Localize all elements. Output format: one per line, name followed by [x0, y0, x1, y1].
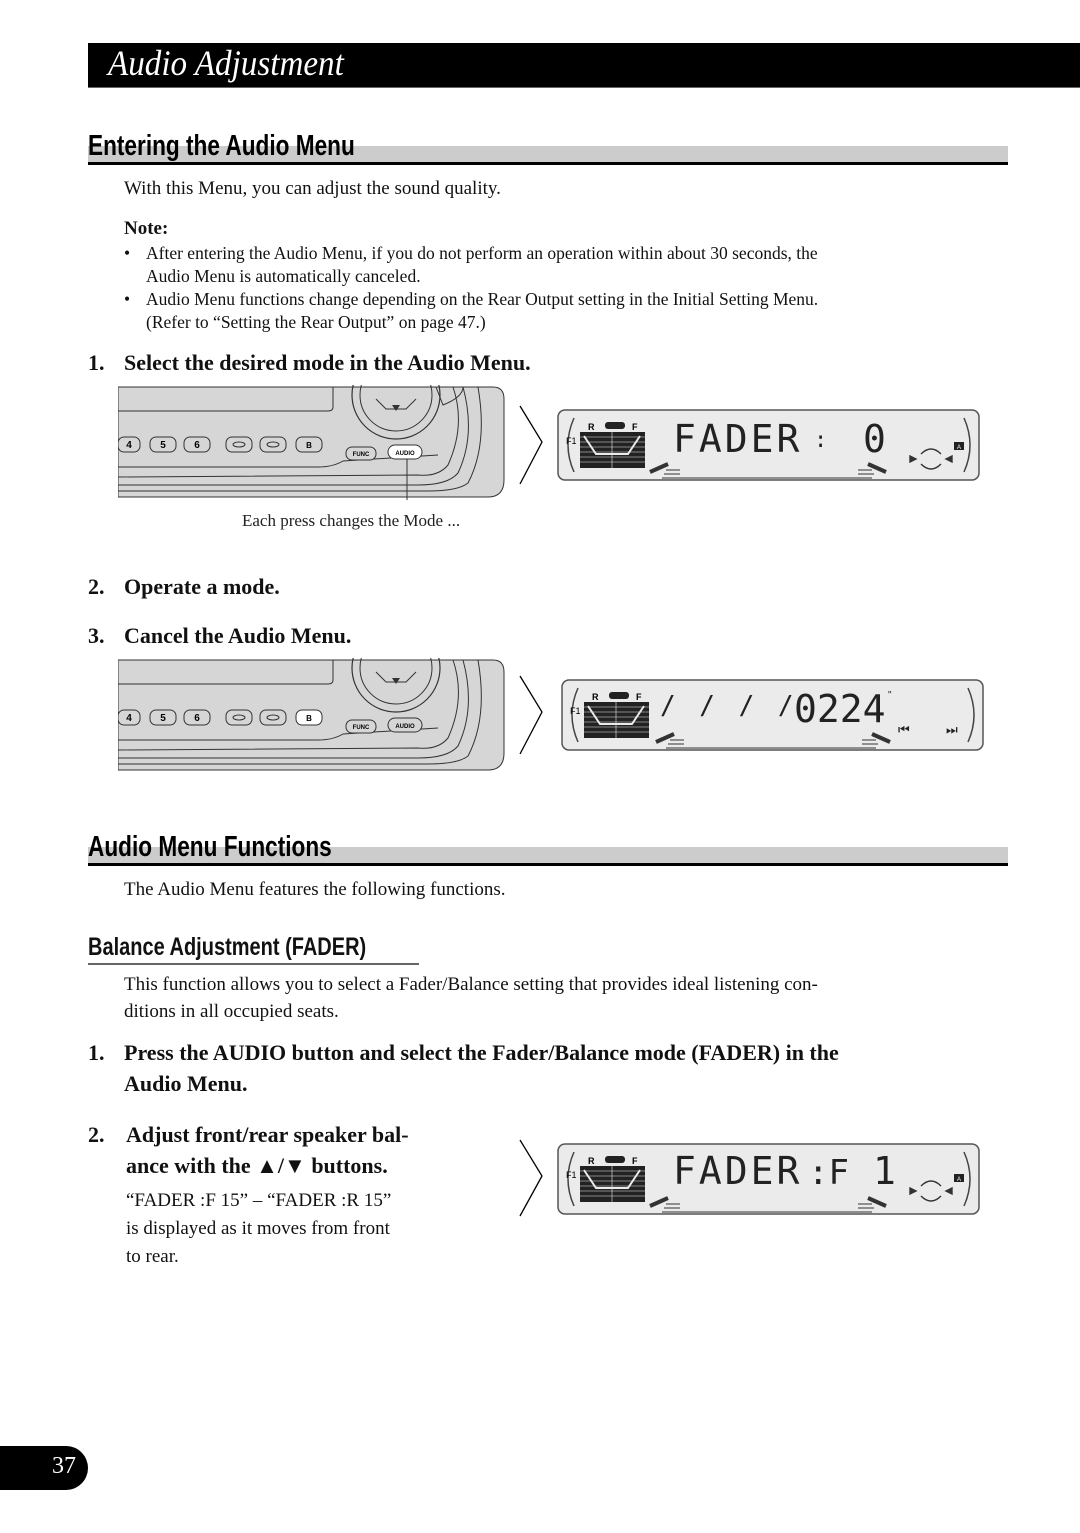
previous-track-icon: ⏮ — [898, 723, 910, 738]
lcd-value: 1 — [873, 1149, 896, 1193]
step-text: Cancel the Audio Menu. — [124, 623, 352, 648]
step2-detail-line: is displayed as it moves from front — [126, 1218, 390, 1239]
svg-text:A: A — [957, 1177, 961, 1183]
step-text: Adjust front/rear speaker bal- — [126, 1122, 409, 1147]
svg-text:5: 5 — [160, 713, 166, 724]
subheading-balance-adjustment: Balance Adjustment (FADER) — [88, 933, 436, 965]
svg-text:FUNC: FUNC — [353, 725, 370, 731]
pointer-arrow-icon — [519, 1139, 543, 1217]
svg-text:F: F — [632, 1156, 638, 1166]
step-number: 1. — [88, 350, 105, 375]
step-number: 2. — [88, 1122, 105, 1147]
svg-text:4: 4 — [126, 440, 132, 451]
chapter-title: Audio Adjustment — [108, 43, 344, 83]
heading-rule — [88, 863, 1008, 866]
svg-text:AUDIO: AUDIO — [395, 451, 415, 457]
svg-text:R: R — [588, 422, 595, 432]
svg-text:FUNC: FUNC — [353, 452, 370, 458]
svg-text:F1: F1 — [566, 1170, 577, 1180]
step-text: Select the desired mode in the Audio Men… — [124, 350, 531, 375]
svg-text:4: 4 — [126, 713, 132, 724]
lcd-separator: :F — [808, 1153, 849, 1193]
svg-text:6: 6 — [194, 713, 200, 724]
bullet-icon: • — [124, 289, 131, 309]
chapter-title-bar: Audio Adjustment — [88, 43, 1080, 88]
step-number: 2. — [88, 574, 105, 599]
heading-rule — [88, 162, 1008, 165]
page-number-tab: 37 — [0, 1446, 88, 1490]
lcd-seconds-mark: " — [888, 690, 892, 701]
lcd-mode-text: FADER — [673, 417, 802, 461]
speaker-balance-icon: R F — [584, 692, 649, 738]
lcd-mode-text: FADER — [673, 1149, 802, 1193]
lcd-track-bars: / / / / — [660, 691, 798, 721]
bullet-icon: • — [124, 243, 131, 263]
pointer-arrow-icon — [519, 405, 543, 485]
step-number: 3. — [88, 623, 105, 648]
speaker-balance-icon: R F — [580, 422, 645, 468]
subheading-underline — [88, 963, 419, 965]
head-unit-illustration: 4 5 6 B FUNC AUDIO — [118, 385, 510, 500]
svg-text:R: R — [592, 692, 599, 702]
audio-button: AUDIO — [387, 717, 423, 733]
step-text: Audio Menu. — [124, 1071, 248, 1096]
section2-intro: The Audio Menu features the following fu… — [124, 879, 506, 900]
svg-text:B: B — [306, 441, 312, 450]
description-line: ditions in all occupied seats. — [124, 1001, 339, 1022]
head-unit-illustration: 4 5 6 B FUNC AUDIO — [118, 658, 510, 773]
lcd-separator: : — [814, 428, 827, 453]
svg-text:B: B — [306, 714, 312, 723]
svg-text:F1: F1 — [570, 706, 581, 716]
page-number: 37 — [52, 1453, 76, 1479]
step-text: Press the AUDIO button and select the Fa… — [124, 1040, 839, 1065]
step2-detail-line: “FADER :F 15” – “FADER :R 15” — [126, 1190, 392, 1211]
band-f1-label: F1 — [566, 436, 577, 446]
step-text: ance with the ▲/▼ buttons. — [126, 1153, 388, 1178]
svg-text:F: F — [636, 692, 642, 702]
step-number: 1. — [88, 1040, 105, 1065]
func-button: FUNC — [345, 446, 377, 461]
step2-detail-line: to rear. — [126, 1246, 179, 1267]
svg-text:A: A — [957, 445, 961, 451]
svg-text:5: 5 — [160, 440, 166, 451]
lcd-time-value: 0224 — [794, 687, 886, 731]
lcd-display-playback: F1 R F / / / / 0224 " ⏮ ⏭ — [519, 675, 984, 755]
note-text-line: Audio Menu functions change depending on… — [146, 289, 819, 309]
note-label: Note: — [124, 218, 169, 239]
section-heading-audio-menu-functions: Audio Menu Functions — [88, 831, 1008, 868]
svg-text:6: 6 — [194, 440, 200, 451]
svg-text:AUDIO: AUDIO — [395, 724, 415, 730]
func-button: FUNC — [345, 719, 377, 734]
figure-caption: Each press changes the Mode ... — [242, 511, 461, 530]
step-text: Operate a mode. — [124, 574, 280, 599]
svg-text:R: R — [588, 1156, 595, 1166]
note-text-line: Audio Menu is automatically canceled. — [146, 266, 421, 286]
next-track-icon: ⏭ — [946, 723, 958, 738]
note-text-line: After entering the Audio Menu, if you do… — [146, 243, 818, 263]
section1-intro: With this Menu, you can adjust the sound… — [124, 178, 501, 199]
lcd-value: 0 — [863, 417, 886, 461]
note-text-line: (Refer to “Setting the Rear Output” on p… — [146, 312, 486, 332]
lcd-display-fader-f1: F1 R F FADER :F 1 A — [519, 1139, 980, 1217]
section-heading-text: Entering the Audio Menu — [88, 130, 355, 162]
description-line: This function allows you to select a Fad… — [124, 974, 818, 995]
svg-text:F: F — [632, 422, 638, 432]
section-heading-entering-audio-menu: Entering the Audio Menu — [88, 130, 1008, 167]
audio-button: AUDIO — [387, 444, 423, 460]
subheading-text: Balance Adjustment (FADER) — [88, 933, 367, 961]
pointer-arrow-icon — [519, 675, 543, 755]
lcd-display-fader-0: F1 R F FADER : 0 A — [519, 405, 980, 485]
section-heading-text: Audio Menu Functions — [88, 831, 332, 863]
speaker-balance-icon: R F — [580, 1156, 645, 1202]
